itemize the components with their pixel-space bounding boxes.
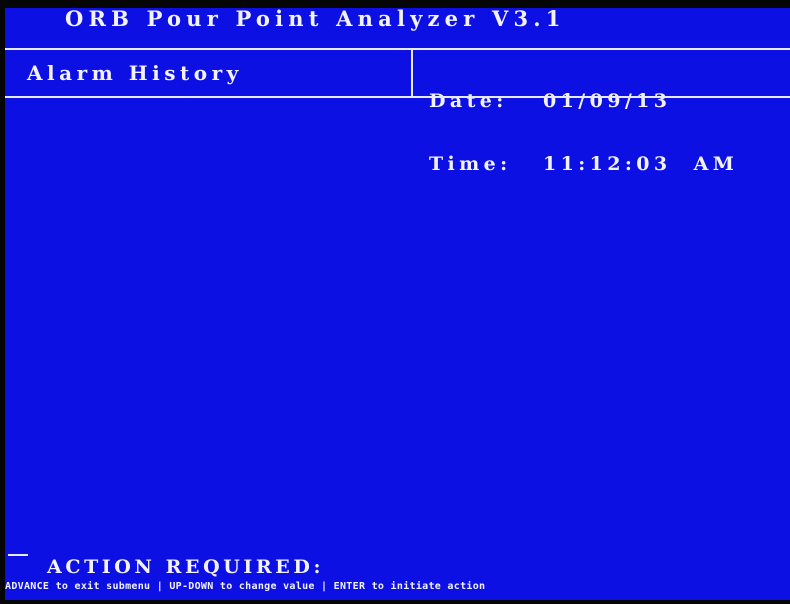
- analyzer-screen: ORB Pour Point Analyzer V3.1 Alarm Histo…: [5, 8, 790, 600]
- app-title: ORB Pour Point Analyzer V3.1: [65, 8, 566, 31]
- key-hint: ADVANCE to exit submenu | UP-DOWN to cha…: [5, 581, 486, 592]
- header-divider: [411, 48, 413, 96]
- footer-marker: [8, 554, 28, 556]
- screen-title: Alarm History: [27, 61, 243, 85]
- alarm-history-list: [5, 98, 790, 548]
- action-required-label: ACTION REQUIRED:: [47, 556, 325, 578]
- title-bar: ORB Pour Point Analyzer V3.1: [5, 8, 790, 48]
